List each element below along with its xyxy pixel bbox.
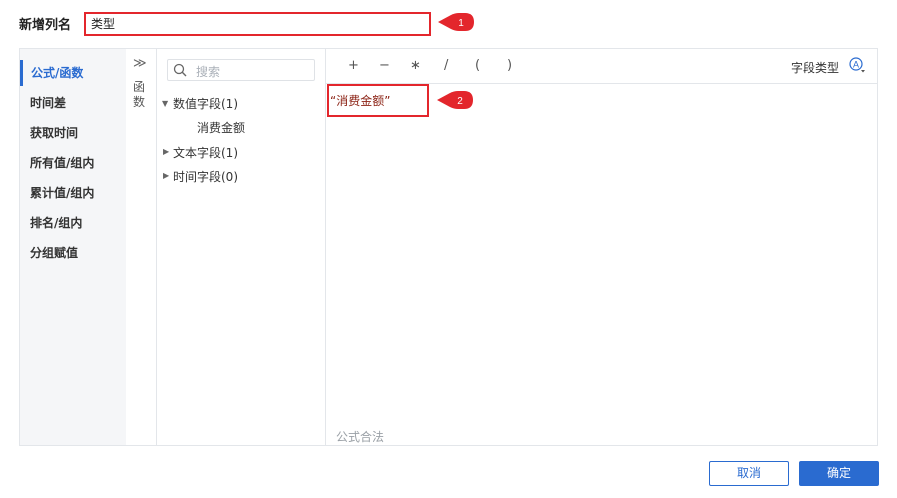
caret-right-icon[interactable]: ▶ — [163, 171, 169, 180]
tree-group-time[interactable]: 时间字段(0) — [173, 168, 238, 185]
operator-left-paren-button[interactable]: ( — [475, 58, 480, 73]
annotation-marker-1: 1 — [438, 13, 474, 31]
category-formula-function[interactable]: 公式/函数 — [20, 60, 126, 86]
confirm-button[interactable]: 确定 — [799, 461, 879, 486]
category-time-diff[interactable]: 时间差 — [20, 90, 126, 116]
caret-down-icon[interactable]: ▼ — [162, 99, 168, 108]
operator-plus-button[interactable]: + — [348, 58, 359, 73]
tree-field-consumption-amount[interactable]: 消费金额 — [197, 119, 245, 136]
caret-right-icon[interactable]: ▶ — [163, 147, 169, 156]
marker-2-label: 2 — [457, 96, 463, 107]
category-group-assign[interactable]: 分组赋值 — [20, 240, 126, 266]
category-ranking[interactable]: 排名/组内 — [20, 210, 126, 236]
tree-group-text[interactable]: 文本字段(1) — [173, 144, 238, 161]
formula-status: 公式合法 — [336, 430, 385, 444]
annotation-marker-2: 2 — [437, 91, 473, 109]
operator-multiply-button[interactable]: ∗ — [410, 58, 421, 73]
category-cumulative[interactable]: 累计值/组内 — [20, 180, 126, 206]
operator-right-paren-button[interactable]: ) — [507, 58, 512, 73]
operator-minus-button[interactable]: − — [379, 58, 390, 73]
tree-group-numeric[interactable]: 数值字段(1) — [173, 95, 238, 112]
field-search-input[interactable] — [167, 59, 315, 81]
category-sidebar: 公式/函数 时间差 获取时间 所有值/组内 累计值/组内 排名/组内 分组赋值 — [20, 49, 126, 445]
search-placeholder: 搜索 — [196, 65, 221, 79]
category-all-values[interactable]: 所有值/组内 — [20, 150, 126, 176]
column-name-label: 新增列名 — [19, 18, 72, 33]
category-get-time[interactable]: 获取时间 — [20, 120, 126, 146]
field-type-glyph: A — [853, 60, 859, 70]
field-type-icon[interactable]: A — [849, 57, 865, 73]
operator-divide-button[interactable]: / — [444, 58, 448, 73]
field-type-label[interactable]: 字段类型 — [791, 59, 839, 76]
formula-highlight-box — [327, 84, 429, 117]
function-label[interactable]: 函数 — [133, 80, 147, 110]
expand-chevron-icon[interactable]: ≫ — [133, 56, 147, 71]
search-icon — [173, 63, 187, 77]
cancel-button[interactable]: 取消 — [709, 461, 789, 486]
column-name-input[interactable]: 类型 — [84, 12, 431, 36]
marker-1-label: 1 — [458, 18, 464, 29]
